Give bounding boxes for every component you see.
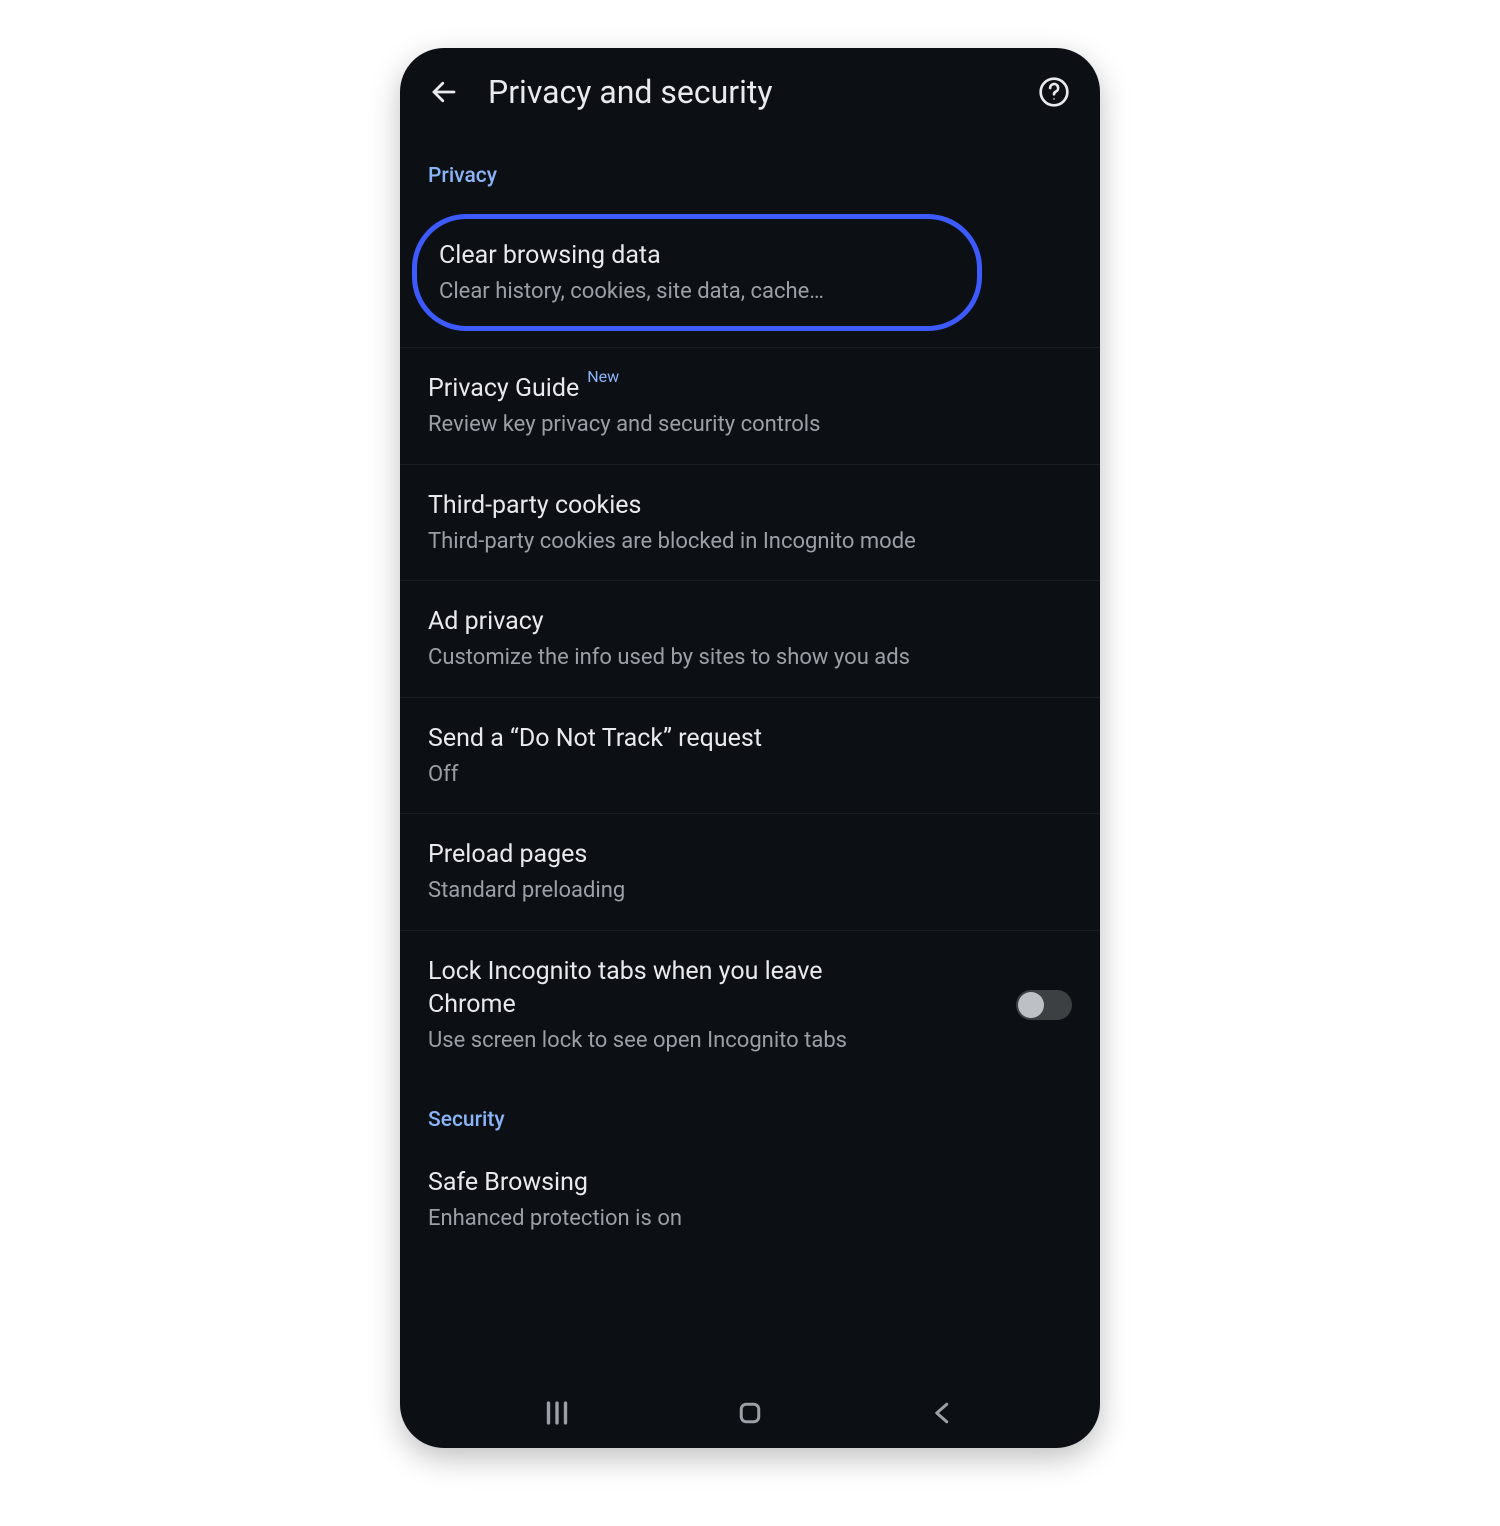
- back-button[interactable]: [422, 70, 466, 114]
- item-title: Third-party cookies: [428, 489, 1072, 523]
- page-title: Privacy and security: [488, 73, 1010, 111]
- security-list: Safe Browsing Enhanced protection is on: [400, 1142, 1100, 1241]
- item-text: Safe Browsing Enhanced protection is on: [428, 1166, 1072, 1233]
- list-item-lock-incognito[interactable]: Lock Incognito tabs when you leave Chrom…: [400, 931, 1100, 1080]
- list-item-preload-pages[interactable]: Preload pages Standard preloading: [400, 814, 1100, 930]
- toggle-knob: [1018, 992, 1044, 1018]
- item-subtitle: Standard preloading: [428, 876, 1072, 906]
- item-subtitle: Enhanced protection is on: [428, 1204, 1072, 1234]
- new-badge: New: [587, 366, 619, 388]
- help-button[interactable]: [1032, 70, 1076, 114]
- android-nav-bar: [400, 1378, 1100, 1448]
- item-subtitle: Third-party cookies are blocked in Incog…: [428, 527, 1072, 557]
- item-text: Preload pages Standard preloading: [428, 838, 1072, 905]
- list-item-do-not-track[interactable]: Send a “Do Not Track” request Off: [400, 698, 1100, 814]
- item-text: Ad privacy Customize the info used by si…: [428, 605, 1072, 672]
- privacy-list: Clear browsing data Clear history, cooki…: [400, 198, 1100, 1080]
- section-header-privacy: Privacy: [400, 136, 1100, 198]
- nav-recents-button[interactable]: [517, 1388, 597, 1438]
- item-title: Privacy Guide New: [428, 372, 1072, 406]
- item-subtitle: Customize the info used by sites to show…: [428, 643, 1072, 673]
- phone-frame: Privacy and security Privacy Clear brows…: [400, 48, 1100, 1448]
- arrow-left-icon: [429, 77, 459, 107]
- item-text: Privacy Guide New Review key privacy and…: [428, 372, 1072, 439]
- item-title: Safe Browsing: [428, 1166, 1072, 1200]
- item-title: Preload pages: [428, 838, 1072, 872]
- recents-icon: [540, 1396, 574, 1430]
- list-item-clear-browsing-data-wrap: Clear browsing data Clear history, cooki…: [400, 198, 1100, 348]
- list-item-privacy-guide[interactable]: Privacy Guide New Review key privacy and…: [400, 348, 1100, 464]
- card-container: Privacy and security Privacy Clear brows…: [0, 0, 1500, 1496]
- item-title: Lock Incognito tabs when you leave Chrom…: [428, 955, 908, 1023]
- lock-incognito-toggle[interactable]: [1016, 990, 1072, 1020]
- list-item-ad-privacy[interactable]: Ad privacy Customize the info used by si…: [400, 581, 1100, 697]
- app-bar: Privacy and security: [400, 48, 1100, 136]
- item-subtitle: Off: [428, 760, 1072, 790]
- item-text: Send a “Do Not Track” request Off: [428, 722, 1072, 789]
- nav-home-button[interactable]: [710, 1388, 790, 1438]
- list-item-clear-browsing-data[interactable]: Clear browsing data Clear history, cooki…: [412, 214, 982, 331]
- section-header-security: Security: [400, 1080, 1100, 1142]
- item-title: Send a “Do Not Track” request: [428, 722, 1072, 756]
- item-title: Ad privacy: [428, 605, 1072, 639]
- item-text: Lock Incognito tabs when you leave Chrom…: [428, 955, 998, 1056]
- home-icon: [735, 1398, 765, 1428]
- item-subtitle: Clear history, cookies, site data, cache…: [439, 277, 953, 307]
- nav-back-button[interactable]: [903, 1388, 983, 1438]
- phone-wrap: Privacy and security Privacy Clear brows…: [48, 48, 1452, 1448]
- list-item-safe-browsing[interactable]: Safe Browsing Enhanced protection is on: [400, 1142, 1100, 1241]
- item-subtitle: Use screen lock to see open Incognito ta…: [428, 1026, 998, 1056]
- item-title: Clear browsing data: [439, 239, 953, 273]
- settings-content: Privacy Clear browsing data Clear histor…: [400, 136, 1100, 1378]
- item-title-text: Privacy Guide: [428, 372, 579, 406]
- item-text: Third-party cookies Third-party cookies …: [428, 489, 1072, 556]
- list-item-third-party-cookies[interactable]: Third-party cookies Third-party cookies …: [400, 465, 1100, 581]
- chevron-left-icon: [928, 1398, 958, 1428]
- help-circle-icon: [1038, 76, 1070, 108]
- item-subtitle: Review key privacy and security controls: [428, 410, 1072, 440]
